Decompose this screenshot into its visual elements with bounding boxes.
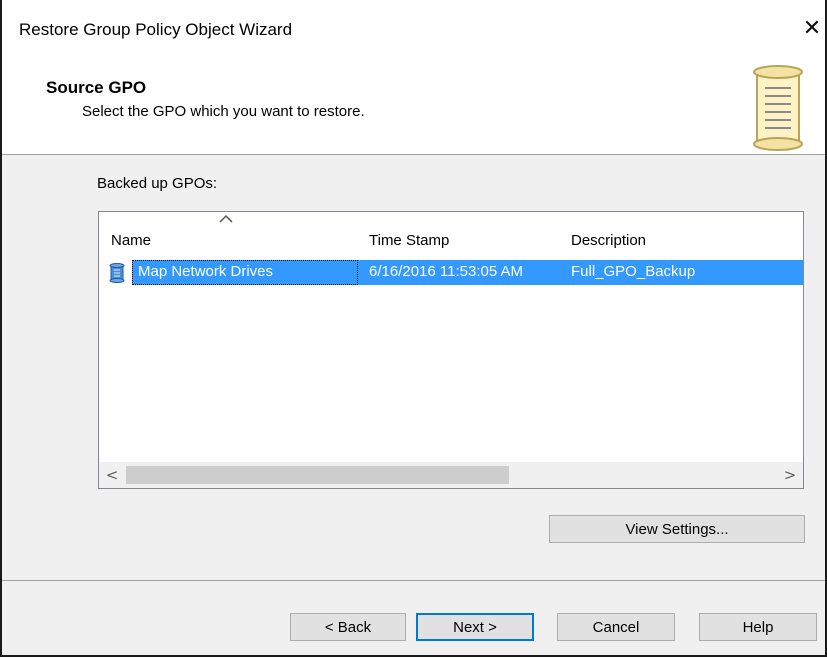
footer-divider: [2, 580, 825, 581]
scroll-icon: [753, 65, 803, 151]
table-row[interactable]: Map Network Drives 6/16/2016 11:53:05 AM…: [99, 260, 803, 285]
cancel-button[interactable]: Cancel: [557, 613, 675, 641]
gpo-icon: [109, 263, 125, 283]
view-settings-button[interactable]: View Settings...: [549, 515, 805, 543]
cell-timestamp: 6/16/2016 11:53:05 AM: [369, 263, 524, 280]
scroll-left-icon[interactable]: <: [99, 462, 125, 488]
wizard-header: Source GPO Select the GPO which you want…: [2, 58, 825, 155]
column-header-timestamp[interactable]: Time Stamp: [369, 232, 449, 249]
column-header-description[interactable]: Description: [571, 232, 646, 249]
close-icon[interactable]: ✕: [799, 14, 825, 44]
wizard-content: Backed up GPOs: Name Time Stamp Descript…: [2, 155, 825, 560]
scroll-right-icon[interactable]: >: [777, 462, 803, 488]
title-bar: Restore Group Policy Object Wizard ✕: [2, 0, 825, 58]
page-subtitle: Select the GPO which you want to restore…: [82, 103, 365, 120]
gpo-listview[interactable]: Name Time Stamp Description Map Network …: [98, 211, 804, 489]
cell-name: Map Network Drives: [138, 263, 274, 280]
help-button[interactable]: Help: [699, 613, 817, 641]
sort-ascending-icon[interactable]: [219, 214, 233, 224]
next-button[interactable]: Next >: [416, 613, 534, 641]
scrollbar-thumb[interactable]: [126, 466, 509, 484]
back-button[interactable]: < Back: [290, 613, 406, 641]
wizard-window: Restore Group Policy Object Wizard ✕ Sou…: [0, 0, 827, 657]
column-header-name[interactable]: Name: [111, 232, 151, 249]
window-title: Restore Group Policy Object Wizard: [19, 20, 293, 39]
horizontal-scrollbar[interactable]: < >: [99, 462, 803, 488]
backed-up-gpos-label: Backed up GPOs:: [97, 175, 218, 192]
cell-description: Full_GPO_Backup: [571, 263, 696, 280]
page-title: Source GPO: [46, 78, 147, 97]
